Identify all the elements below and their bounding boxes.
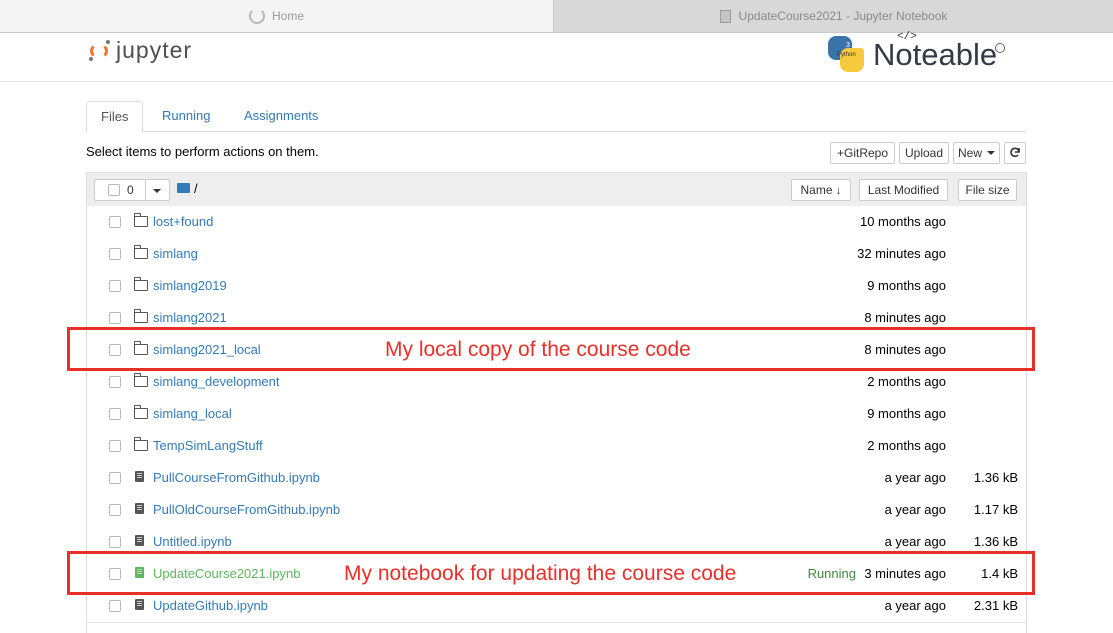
list-item[interactable]: simlang 32 minutes ago	[87, 238, 1026, 271]
tab-files[interactable]: Files	[86, 101, 144, 133]
select-all-checkbox[interactable]	[108, 184, 120, 196]
list-item[interactable]: simlang_local 9 months ago	[87, 398, 1026, 431]
last-modified: a year ago	[884, 470, 946, 485]
row-checkbox[interactable]	[109, 408, 121, 420]
last-modified: 2 months ago	[867, 438, 946, 453]
list-item[interactable]: simlang2019 9 months ago	[87, 270, 1026, 303]
file-name-link[interactable]: PullCourseFromGithub.ipynb	[153, 470, 320, 485]
jupyter-logo-icon	[88, 39, 112, 63]
file-name-link[interactable]: UpdateGithub.ipynb	[153, 598, 268, 613]
list-item[interactable]: lost+found 10 months ago	[87, 206, 1026, 239]
row-checkbox[interactable]	[109, 600, 121, 612]
browser-tab-label: UpdateCourse2021 - Jupyter Notebook	[738, 9, 948, 23]
row-checkbox[interactable]	[109, 472, 121, 484]
file-size: 1.36 kB	[973, 534, 1018, 549]
notebook-icon	[135, 503, 144, 514]
file-size: 2.31 kB	[973, 598, 1018, 613]
python-version: 3	[846, 42, 850, 49]
noteable-logo-text: Noteable	[873, 37, 998, 72]
row-checkbox[interactable]	[109, 312, 121, 324]
folder-home-icon[interactable]	[177, 183, 190, 193]
row-checkbox[interactable]	[109, 216, 121, 228]
sort-file-size-button[interactable]: File size	[958, 179, 1017, 201]
file-name-link[interactable]: simlang_development	[153, 374, 279, 389]
refresh-icon	[1010, 147, 1020, 158]
folder-icon	[134, 245, 148, 259]
notebook-icon	[135, 535, 144, 546]
last-modified: 9 months ago	[867, 278, 946, 293]
selected-count: 0	[127, 183, 134, 197]
row-checkbox[interactable]	[109, 536, 121, 548]
loading-spinner-icon	[248, 8, 265, 24]
caret-down-icon	[987, 151, 995, 155]
badge-icon	[995, 43, 1006, 53]
last-modified: a year ago	[884, 598, 946, 613]
last-modified: 9 months ago	[867, 406, 946, 421]
jupyter-logo-text: jupyter	[116, 37, 193, 63]
browser-tab-label: Home	[271, 9, 304, 23]
sort-last-modified-button[interactable]: Last Modified	[859, 179, 948, 201]
last-modified: 32 minutes ago	[857, 246, 946, 261]
file-name-link[interactable]: TempSimLangStuff	[153, 438, 263, 453]
last-modified: a year ago	[884, 502, 946, 517]
python-logo-icon: Python 3	[826, 34, 868, 76]
browser-tab-bar: Home UpdateCourse2021 - Jupyter Notebook	[0, 0, 1113, 33]
upload-button[interactable]: Upload	[899, 142, 949, 164]
file-browser-tabs: Files Running Assignments	[86, 101, 1026, 133]
noteable-logo: Python 3 </> Noteable	[826, 31, 1006, 76]
folder-icon	[134, 437, 148, 451]
new-dropdown-button[interactable]: New	[953, 142, 1000, 164]
row-checkbox[interactable]	[109, 248, 121, 260]
breadcrumb-path[interactable]: /	[194, 181, 198, 196]
file-name-link[interactable]: PullOldCourseFromGithub.ipynb	[153, 502, 340, 517]
refresh-button[interactable]	[1004, 142, 1026, 164]
python-label: Python	[837, 52, 856, 58]
last-modified: 10 months ago	[859, 214, 946, 229]
last-modified: a year ago	[884, 534, 946, 549]
file-name-link[interactable]: simlang	[153, 246, 198, 261]
row-checkbox[interactable]	[109, 280, 121, 292]
file-name-link[interactable]: simlang2019	[153, 278, 227, 293]
arrow-down-icon: ↓	[835, 183, 842, 197]
notebook-icon	[719, 9, 731, 23]
browser-tab-notebook[interactable]: UpdateCourse2021 - Jupyter Notebook	[554, 0, 1113, 32]
last-modified: 2 months ago	[867, 374, 946, 389]
list-item[interactable]: TempSimLangStuff 2 months ago	[87, 430, 1026, 463]
annotation-notebook: My notebook for updating the course code	[344, 562, 737, 585]
tab-assignments[interactable]: Assignments	[230, 101, 332, 130]
file-name-link[interactable]: simlang_local	[153, 406, 232, 421]
gitrepo-button[interactable]: +GitRepo	[830, 142, 895, 164]
jupyter-header: jupyter Python 3 </> Noteable	[0, 31, 1113, 82]
folder-icon	[134, 309, 148, 323]
annotation-local-copy: My local copy of the course code	[385, 338, 691, 361]
folder-icon	[134, 373, 148, 387]
notebook-icon	[135, 599, 144, 610]
list-item[interactable]: PullCourseFromGithub.ipynb a year ago 1.…	[87, 462, 1026, 495]
last-modified: 8 minutes ago	[864, 310, 946, 325]
new-label: New	[957, 146, 982, 160]
code-icon: </>	[897, 31, 917, 43]
folder-icon	[134, 213, 148, 227]
sort-name-button[interactable]: Name ↓	[791, 179, 851, 201]
sort-name-label: Name	[800, 183, 833, 197]
tab-running[interactable]: Running	[148, 101, 224, 130]
caret-down-icon	[153, 189, 161, 193]
select-instructions: Select items to perform actions on them.	[86, 144, 319, 159]
file-name-link[interactable]: Untitled.ipynb	[153, 534, 232, 549]
file-size: 1.17 kB	[973, 502, 1018, 517]
notebook-icon	[135, 471, 144, 482]
folder-icon	[134, 405, 148, 419]
jupyter-logo[interactable]: jupyter	[88, 37, 192, 64]
list-item[interactable]: PullOldCourseFromGithub.ipynb a year ago…	[87, 494, 1026, 527]
row-checkbox[interactable]	[109, 440, 121, 452]
file-name-link[interactable]: simlang2021	[153, 310, 227, 325]
folder-icon	[134, 277, 148, 291]
select-all-dropdown[interactable]: 0	[94, 179, 170, 201]
file-list-header: 0 / Name ↓ Last Modified File size	[87, 173, 1026, 207]
browser-tab-home[interactable]: Home	[0, 0, 554, 32]
row-checkbox[interactable]	[109, 376, 121, 388]
file-name-link[interactable]: lost+found	[153, 214, 213, 229]
file-size: 1.36 kB	[973, 470, 1018, 485]
row-checkbox[interactable]	[109, 504, 121, 516]
